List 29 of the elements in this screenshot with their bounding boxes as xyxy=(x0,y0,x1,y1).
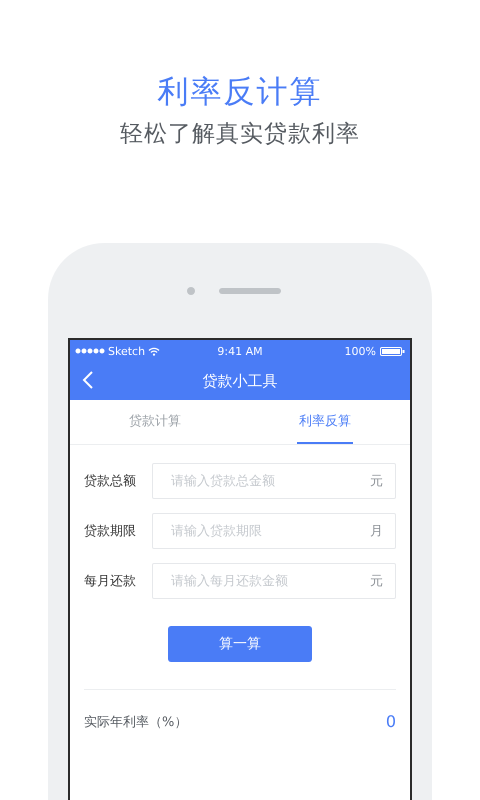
unit-label: 元 xyxy=(370,473,383,490)
signal-icon xyxy=(75,348,105,354)
carrier-label: Sketch xyxy=(108,344,146,358)
result-value: 0 xyxy=(386,712,396,731)
headline: 利率反计算 xyxy=(158,73,322,112)
calculate-button[interactable]: 算一算 xyxy=(168,626,312,662)
field-label: 每月还款 xyxy=(84,573,137,590)
nav-title: 贷款小工具 xyxy=(202,372,278,390)
unit-label: 月 xyxy=(370,523,383,540)
input-box[interactable]: 请输入每月还款金额 元 xyxy=(152,563,396,599)
speaker-slot xyxy=(219,288,281,294)
input-field[interactable]: 请输入每月还款金额 xyxy=(171,574,370,588)
field-label: 贷款期限 xyxy=(84,523,137,540)
result-label: 实际年利率（%） xyxy=(84,714,188,730)
wifi-icon xyxy=(148,346,160,356)
back-icon[interactable] xyxy=(82,371,93,389)
battery-percent: 100% xyxy=(344,344,376,358)
field-label: 贷款总额 xyxy=(84,473,137,490)
tab[interactable]: 利率反算 xyxy=(297,400,353,444)
subtitle: 轻松了解真实贷款利率 xyxy=(120,120,360,149)
input-field[interactable]: 请输入贷款期限 xyxy=(171,524,370,538)
status-time: 9:41 AM xyxy=(217,344,263,358)
input-box[interactable]: 请输入贷款期限 月 xyxy=(152,513,396,549)
input-field[interactable]: 请输入贷款总金额 xyxy=(171,474,370,488)
battery-icon xyxy=(380,346,405,356)
input-box[interactable]: 请输入贷款总金额 元 xyxy=(152,463,396,499)
tab[interactable]: 贷款计算 xyxy=(127,400,183,444)
camera-dot xyxy=(187,286,195,294)
unit-label: 元 xyxy=(370,573,383,590)
